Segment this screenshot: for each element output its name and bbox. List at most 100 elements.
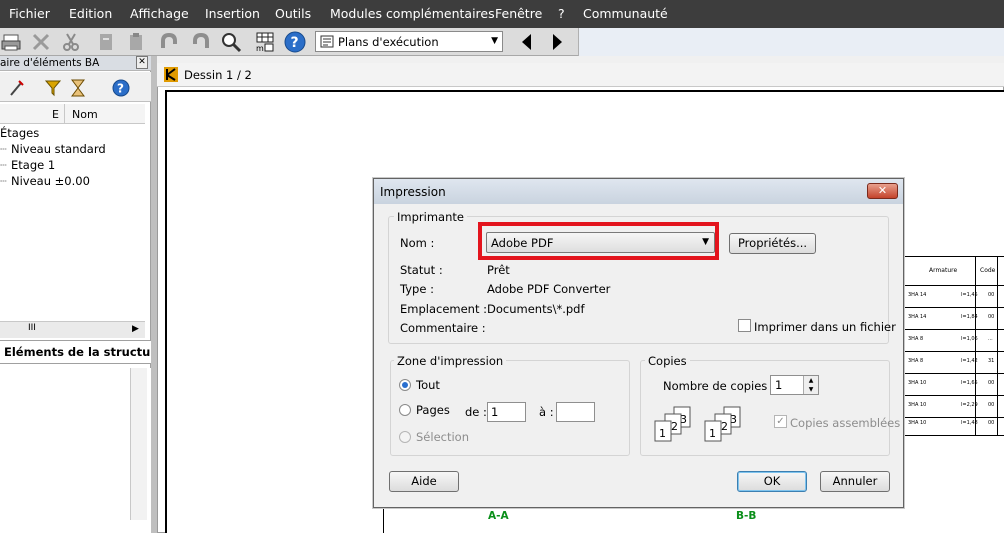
- cut-icon[interactable]: [60, 31, 82, 53]
- copies-spinner[interactable]: ▲ ▼: [803, 376, 818, 394]
- tree-item[interactable]: Niveau ±0.00: [11, 174, 90, 188]
- from-input[interactable]: 1: [487, 402, 526, 422]
- scroll-grip: III: [28, 323, 36, 333]
- table-cell: l=1,06: [961, 336, 978, 342]
- zoom-icon[interactable]: [220, 31, 242, 53]
- table-cell: 3HA 10: [908, 402, 927, 408]
- section-label-aa: A-A: [488, 510, 509, 522]
- vertical-scrollbar[interactable]: [130, 368, 147, 520]
- collate-illustration-icon: 123: [702, 405, 748, 443]
- table-cell: 00: [988, 292, 995, 298]
- table-cell: l=1,84: [961, 314, 978, 320]
- print-icon[interactable]: [0, 31, 22, 53]
- tree-item[interactable]: Etage 1: [11, 158, 55, 172]
- paste-icon[interactable]: [125, 31, 147, 53]
- copies-input[interactable]: 1 ▲ ▼: [770, 375, 819, 395]
- column-header-e[interactable]: E: [52, 108, 59, 121]
- print-to-file-label: Imprimer dans un fichier: [754, 320, 896, 334]
- menu-modules[interactable]: Modules complémentaires: [330, 6, 495, 21]
- wand-icon[interactable]: [8, 78, 28, 98]
- horizontal-scrollbar[interactable]: III ▶: [0, 321, 145, 338]
- printer-select-value: Adobe PDF: [491, 236, 554, 250]
- column-divider: [64, 104, 65, 124]
- all-radio[interactable]: [399, 379, 411, 391]
- menu-fenetre[interactable]: Fenêtre: [495, 6, 542, 21]
- copies-value: 1: [775, 378, 783, 392]
- location-label: Emplacement :: [400, 302, 488, 316]
- table-cell: ...: [988, 336, 993, 342]
- grid-icon[interactable]: m: [253, 31, 279, 53]
- dialog-title-bar[interactable]: Impression: [374, 179, 903, 204]
- document-tab-label: Dessin 1 / 2: [184, 68, 252, 82]
- undo-icon[interactable]: [158, 31, 180, 53]
- menu-help[interactable]: ?: [558, 6, 565, 21]
- ok-button[interactable]: OK: [737, 471, 807, 492]
- cancel-button[interactable]: Annuler: [820, 471, 890, 492]
- arrow-left-icon[interactable]: [516, 31, 538, 53]
- help-button[interactable]: Aide: [389, 471, 459, 492]
- delete-icon[interactable]: [30, 31, 52, 53]
- menu-outils[interactable]: Outils: [275, 6, 311, 21]
- name-label: Nom :: [400, 236, 435, 250]
- table-cell: 00: [988, 420, 995, 426]
- hourglass-icon[interactable]: [68, 78, 88, 98]
- table-header-row: Armature Code: [903, 256, 1004, 286]
- view-combo[interactable]: Plans d'exécution ▼: [315, 31, 503, 52]
- table-header: Armature: [929, 267, 958, 274]
- scroll-right-icon[interactable]: ▶: [132, 324, 139, 334]
- left-panel-title-bar: aire d'éléments BA ✕: [0, 56, 151, 71]
- chevron-down-icon: ▼: [702, 237, 709, 247]
- tree-line: ┄: [0, 158, 7, 172]
- print-to-file-checkbox[interactable]: [738, 319, 751, 332]
- tree-line: ┄: [0, 174, 7, 188]
- table-cell: 3HA 10: [908, 420, 927, 426]
- copy-icon[interactable]: [95, 31, 117, 53]
- pages-label: Pages: [416, 403, 450, 417]
- collate-label: Copies assemblées: [790, 416, 901, 430]
- filter-icon[interactable]: [44, 78, 64, 98]
- left-panel-lower: [0, 368, 151, 533]
- menu-edition[interactable]: Edition: [69, 6, 112, 21]
- menu-insertion[interactable]: Insertion: [205, 6, 260, 21]
- svg-text:?: ?: [291, 35, 299, 51]
- print-zone-group-label: Zone d'impression: [394, 354, 507, 368]
- svg-text:3: 3: [680, 413, 687, 426]
- table-cell: 00: [988, 314, 995, 320]
- collate-checkbox[interactable]: ✓: [774, 415, 787, 428]
- selection-radio[interactable]: [399, 431, 411, 443]
- structure-tab[interactable]: Eléments de la structure: [0, 340, 164, 364]
- to-input[interactable]: [556, 402, 595, 422]
- close-button[interactable]: ✕: [867, 183, 898, 199]
- structure-tab-label: Eléments de la structure: [4, 345, 164, 359]
- view-combo-value: Plans d'exécution: [338, 35, 439, 49]
- printer-select[interactable]: Adobe PDF ▼: [486, 232, 715, 253]
- menu-fichier[interactable]: Fichier: [9, 6, 50, 21]
- redo-icon[interactable]: [190, 31, 212, 53]
- table-cell: l=1,42: [961, 358, 978, 364]
- close-icon[interactable]: ✕: [136, 56, 148, 69]
- comment-label: Commentaire :: [400, 321, 486, 335]
- table-cell: 00: [988, 380, 995, 386]
- printer-group-label: Imprimante: [394, 210, 467, 224]
- menu-communaute[interactable]: Communauté: [583, 6, 668, 21]
- document-tab[interactable]: Dessin 1 / 2: [157, 63, 1004, 87]
- pages-radio[interactable]: [399, 404, 411, 416]
- column-header-nom[interactable]: Nom: [72, 108, 98, 121]
- svg-text:2: 2: [721, 420, 728, 433]
- table-header: Code: [980, 267, 996, 274]
- svg-text:1: 1: [659, 427, 666, 440]
- tree-item[interactable]: Étages: [0, 126, 39, 140]
- svg-text:1: 1: [709, 427, 716, 440]
- type-label: Type :: [400, 282, 434, 296]
- drawing-line: [383, 509, 384, 533]
- table-cell: 31: [988, 358, 995, 364]
- arrow-right-icon[interactable]: [546, 31, 568, 53]
- tree-item[interactable]: Niveau standard: [11, 142, 106, 156]
- all-label: Tout: [416, 378, 440, 392]
- help-icon[interactable]: ?: [284, 31, 306, 53]
- table-row: 3HA 14 l=1,45 00: [903, 286, 1004, 308]
- help-icon[interactable]: ?: [111, 78, 131, 98]
- menu-affichage[interactable]: Affichage: [130, 6, 189, 21]
- properties-button[interactable]: Propriétés...: [729, 233, 816, 254]
- table-cell: l=2,29: [961, 402, 978, 408]
